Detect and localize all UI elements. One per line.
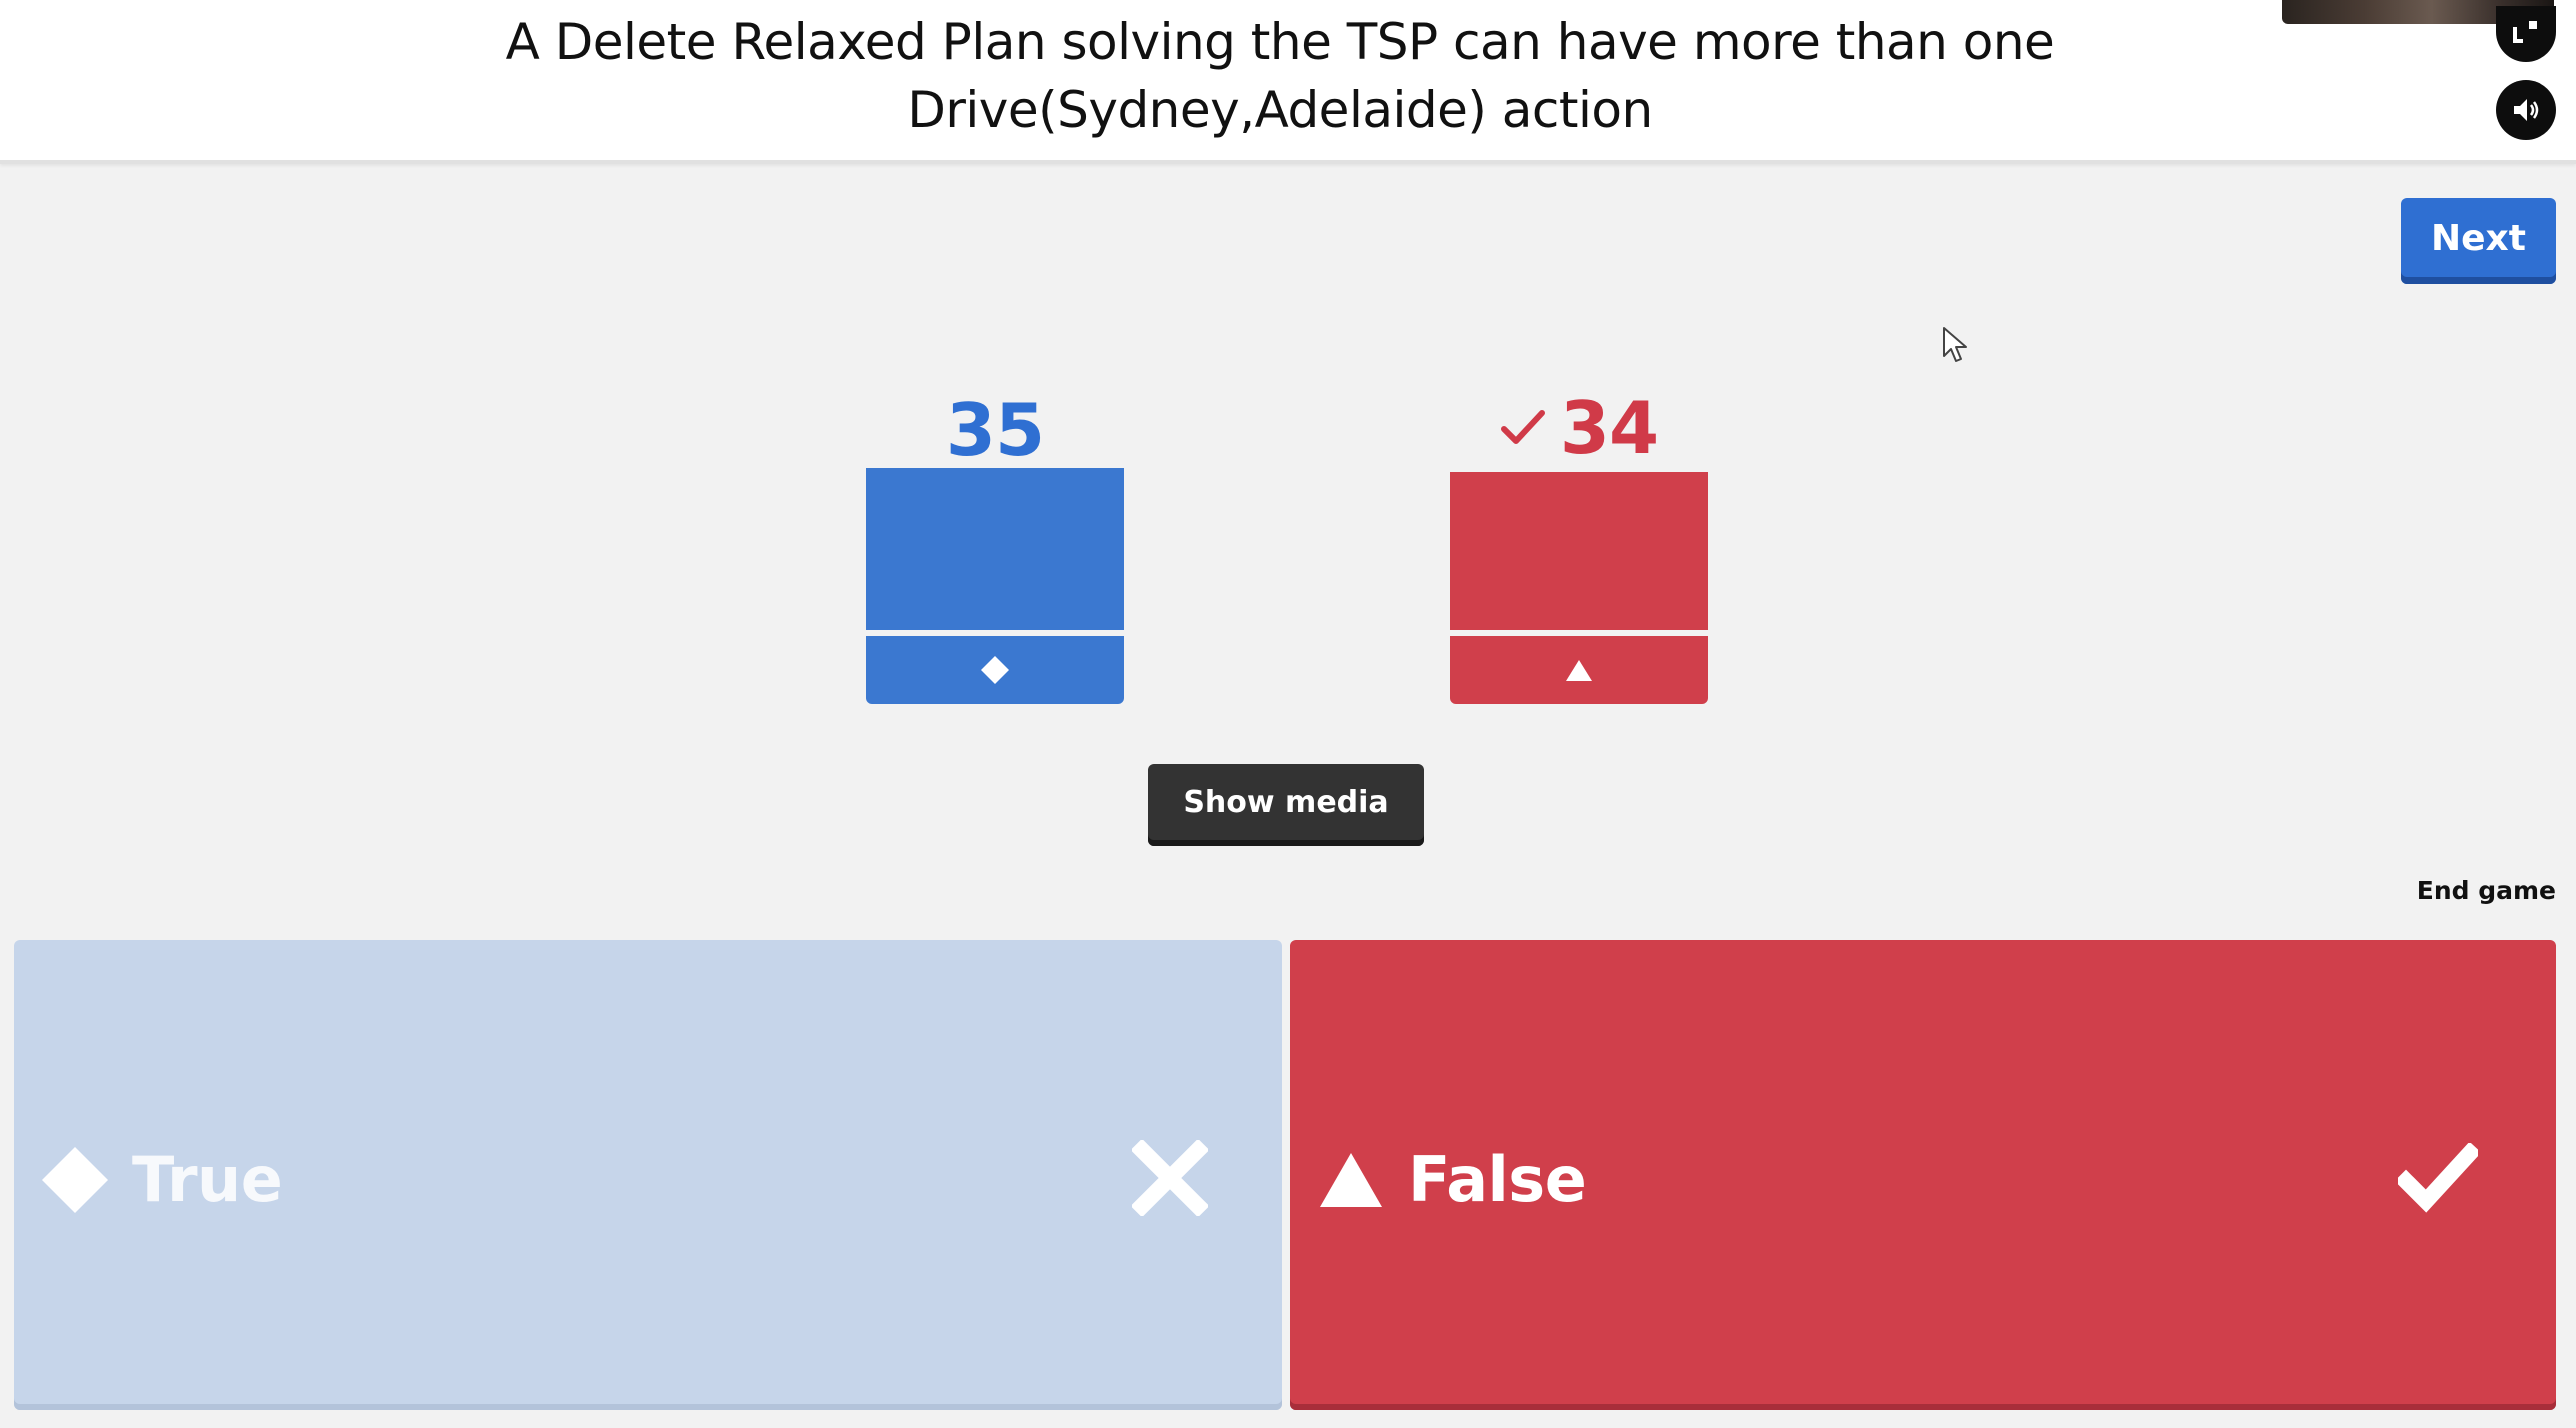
end-game-link[interactable]: End game	[2417, 876, 2556, 905]
check-icon	[2398, 1143, 2478, 1213]
diamond-icon	[42, 1147, 108, 1213]
triangle-icon	[1320, 1153, 1382, 1207]
show-media-button[interactable]: Show media	[1148, 764, 1424, 846]
next-button[interactable]: Next	[2401, 198, 2556, 284]
answer-false[interactable]: False	[1290, 940, 2556, 1410]
result-count-value: 35	[945, 388, 1045, 472]
answer-mark	[2398, 1138, 2478, 1218]
fullscreen-icon	[2513, 21, 2537, 43]
triangle-icon	[1566, 660, 1592, 681]
result-bar	[866, 468, 1124, 630]
result-bar-foot	[866, 636, 1124, 704]
answer-label: False	[1408, 1143, 1587, 1216]
sound-button[interactable]	[2496, 80, 2556, 140]
answer-shape	[1316, 1145, 1386, 1215]
answer-mark	[1130, 1138, 1210, 1218]
result-count: 35	[866, 390, 1124, 470]
answer-true[interactable]: True	[14, 940, 1282, 1410]
diamond-icon	[981, 656, 1009, 684]
result-count-value: 34	[1559, 386, 1659, 470]
result-bar	[1450, 472, 1708, 630]
mouse-cursor-icon	[1943, 327, 1967, 362]
speaker-icon	[2514, 99, 2539, 121]
fullscreen-button[interactable]	[2496, 6, 2556, 62]
check-icon	[1500, 410, 1545, 445]
question-title: A Delete Relaxed Plan solving the TSP ca…	[505, 13, 2055, 139]
result-count: 34	[1450, 388, 1708, 468]
question-header: A Delete Relaxed Plan solving the TSP ca…	[0, 0, 2576, 164]
cross-icon	[1132, 1140, 1208, 1216]
answer-shape	[40, 1145, 110, 1215]
result-bar-foot	[1450, 636, 1708, 704]
answer-label: True	[132, 1143, 283, 1216]
